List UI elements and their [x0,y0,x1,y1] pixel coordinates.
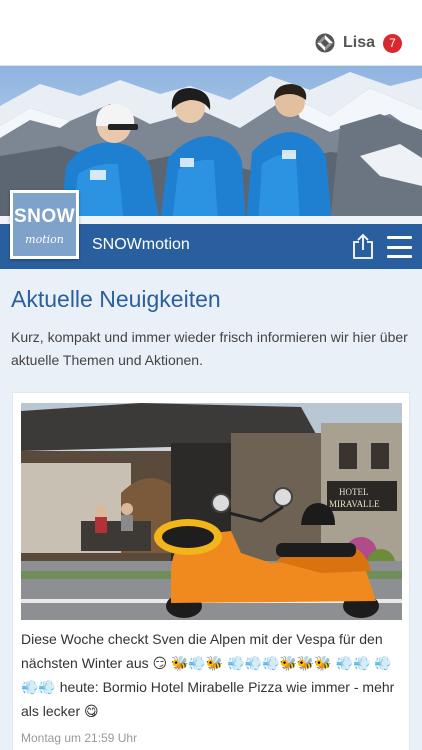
post-timestamp: Montag um 21:59 Uhr [21,731,138,745]
photo-sign-line2: MIRAVALLE [329,499,380,509]
logo-text-motion: motion [25,233,64,246]
share-icon[interactable] [352,233,374,259]
brand-logo[interactable]: SNOW motion [10,190,79,259]
user-menu[interactable]: Lisa 7 [315,32,402,54]
photo-sign-line1: HOTEL [339,487,369,497]
logo-text-snow: SNOW [13,206,76,227]
account-icon [315,33,335,53]
post-photo[interactable]: HOTEL MIRAVALLE [21,403,402,620]
news-post-card[interactable]: HOTEL MIRAVALLE Diese Woche checkt Sven … [12,392,410,750]
news-intro: Kurz, kompakt und immer wieder frisch in… [11,329,408,368]
notification-badge[interactable]: 7 [383,33,402,53]
menu-icon[interactable] [387,236,412,258]
news-title: Aktuelle Neuigkeiten [11,286,221,312]
brand-name[interactable]: SNOWmotion [92,236,190,254]
user-name: Lisa [342,34,375,51]
post-text: Diese Woche checkt Sven die Alpen mit de… [21,631,395,719]
top-bar: Lisa 7 [0,0,422,66]
